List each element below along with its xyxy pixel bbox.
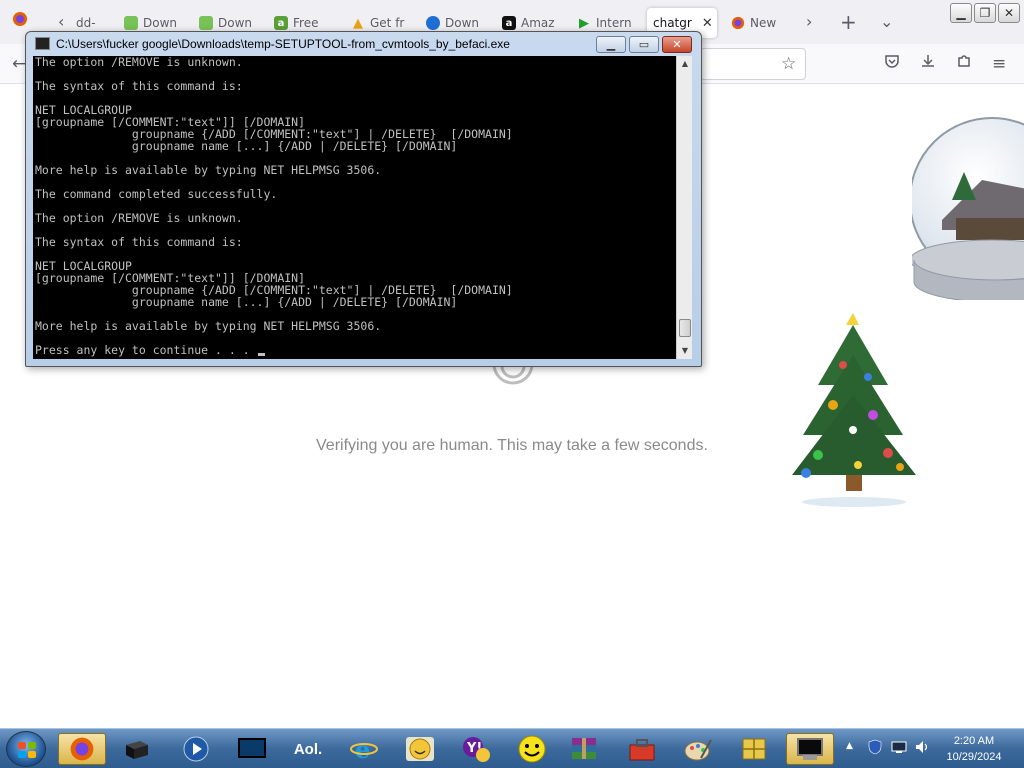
android-icon bbox=[124, 16, 138, 30]
tab-4-label: Get fr bbox=[370, 16, 405, 30]
taskbar: Aol. e Y! ▲ 2:20 AM 10/29/2024 bbox=[0, 728, 1024, 768]
cmd-window-icon[interactable] bbox=[35, 37, 50, 50]
firefox-menu-icon[interactable] bbox=[12, 8, 28, 36]
warning-icon: ▲ bbox=[353, 15, 363, 31]
cube-app-taskbar-icon[interactable] bbox=[112, 733, 160, 765]
christmas-tree-image bbox=[788, 305, 922, 510]
scroll-up-arrow-icon[interactable]: ▲ bbox=[677, 56, 693, 72]
extensions-icon[interactable] bbox=[956, 52, 972, 76]
start-button[interactable] bbox=[6, 731, 46, 767]
pocket-icon[interactable] bbox=[884, 52, 900, 76]
console-line: More help is available by typing NET HEL… bbox=[35, 163, 382, 177]
tab-6-label: Amaz bbox=[521, 16, 555, 30]
cmd-maximize-button[interactable]: ▭ bbox=[629, 36, 659, 53]
bookmark-star-icon[interactable]: ☆ bbox=[781, 52, 796, 76]
downloads-icon[interactable] bbox=[920, 52, 936, 76]
console-output[interactable]: The option /REMOVE is unknown. The syntax… bbox=[33, 56, 676, 359]
svg-text:e: e bbox=[355, 736, 370, 762]
console-line: groupname name [...] {/ADD | /DELETE} [/… bbox=[35, 139, 458, 153]
tab-8-label: chatgr bbox=[653, 16, 692, 30]
winrar-taskbar-icon[interactable] bbox=[560, 733, 608, 765]
tab-9-label: New bbox=[750, 16, 777, 30]
console-line: The command completed successfully. bbox=[35, 187, 278, 201]
monitor-app-taskbar-icon[interactable] bbox=[228, 733, 276, 765]
text-cursor bbox=[257, 353, 265, 356]
network-icon[interactable] bbox=[890, 739, 908, 759]
cmd-window[interactable]: C:\Users\fucker google\Downloads\temp-SE… bbox=[25, 31, 702, 367]
tab-9[interactable]: New bbox=[725, 8, 783, 38]
smiley-taskbar-icon[interactable] bbox=[508, 733, 556, 765]
toolbox-taskbar-icon[interactable] bbox=[618, 733, 666, 765]
internet-explorer-taskbar-icon[interactable]: e bbox=[340, 733, 388, 765]
volume-icon[interactable] bbox=[914, 739, 930, 759]
console-line: groupname name [...] {/ADD | /DELETE} [/… bbox=[35, 295, 458, 309]
list-all-tabs-icon[interactable]: ⌄ bbox=[880, 8, 893, 36]
tab-2-label: Down bbox=[218, 16, 253, 30]
android-icon bbox=[199, 16, 213, 30]
desktop: ‹ dd- Down Down a Free ▲ Get fr Down a A… bbox=[0, 0, 1024, 768]
console-line: The syntax of this command is: bbox=[35, 79, 243, 93]
menu-hamburger-icon[interactable]: ≡ bbox=[992, 52, 1006, 76]
browser-close-button[interactable]: ✕ bbox=[998, 3, 1020, 23]
firefox-icon bbox=[731, 16, 745, 30]
yahoo-messenger-taskbar-icon[interactable]: Y! bbox=[452, 733, 500, 765]
browser-restore-button[interactable]: ❐ bbox=[974, 3, 996, 23]
media-player-taskbar-icon[interactable] bbox=[172, 733, 220, 765]
clock-date: 10/29/2024 bbox=[946, 751, 1002, 763]
security-shield-icon[interactable] bbox=[868, 739, 882, 759]
smiley-messenger-taskbar-icon[interactable] bbox=[396, 733, 444, 765]
scroll-tabs-right-icon[interactable]: › bbox=[806, 8, 812, 36]
aol-label: Aol. bbox=[293, 740, 323, 758]
console-line: The syntax of this command is: bbox=[35, 235, 243, 249]
tab-3-label: Free bbox=[293, 16, 319, 30]
scroll-down-arrow-icon[interactable]: ▼ bbox=[677, 343, 693, 359]
close-tab-icon[interactable]: ✕ bbox=[702, 16, 713, 31]
snow-globe-image bbox=[909, 100, 1024, 303]
cmd-close-button[interactable]: ✕ bbox=[662, 36, 692, 53]
console-scrollbar[interactable]: ▲ ▼ bbox=[676, 56, 692, 359]
firefox-taskbar-icon[interactable] bbox=[58, 733, 106, 765]
cmd-taskbar-icon[interactable] bbox=[786, 733, 834, 765]
cmd-window-title: C:\Users\fucker google\Downloads\temp-SE… bbox=[56, 37, 510, 51]
console-line: The option /REMOVE is unknown. bbox=[35, 211, 243, 225]
system-clock[interactable]: 2:20 AM 10/29/2024 bbox=[934, 733, 1014, 765]
play-icon: ▶ bbox=[579, 15, 589, 31]
windows-logo-icon bbox=[18, 742, 36, 758]
console-line: Press any key to continue . . . bbox=[33, 344, 676, 356]
clock-time: 2:20 AM bbox=[953, 735, 995, 747]
verification-message: Verifying you are human. This may take a… bbox=[316, 437, 708, 454]
paint-taskbar-icon[interactable] bbox=[674, 733, 722, 765]
new-tab-button[interactable]: + bbox=[840, 8, 857, 36]
tab-7-label: Intern bbox=[596, 16, 632, 30]
puzzle-taskbar-icon[interactable] bbox=[730, 733, 778, 765]
tab-5-label: Down bbox=[445, 16, 480, 30]
tab-1-label: Down bbox=[143, 16, 178, 30]
address-bar[interactable]: ☆ bbox=[700, 48, 806, 80]
scrollbar-thumb[interactable] bbox=[679, 319, 691, 337]
a-icon: a bbox=[274, 16, 288, 30]
tab-0-label: dd- bbox=[76, 16, 96, 30]
console-line: The option /REMOVE is unknown. bbox=[35, 56, 243, 69]
show-hidden-icons-icon[interactable]: ▲ bbox=[846, 741, 853, 751]
console-line: More help is available by typing NET HEL… bbox=[35, 319, 382, 333]
aol-taskbar-icon[interactable]: Aol. bbox=[284, 733, 332, 765]
cmd-minimize-button[interactable]: ▁ bbox=[596, 36, 626, 53]
bird-icon bbox=[426, 16, 440, 30]
browser-minimize-button[interactable]: ▁ bbox=[950, 3, 972, 23]
amazon-icon: a bbox=[502, 16, 516, 30]
